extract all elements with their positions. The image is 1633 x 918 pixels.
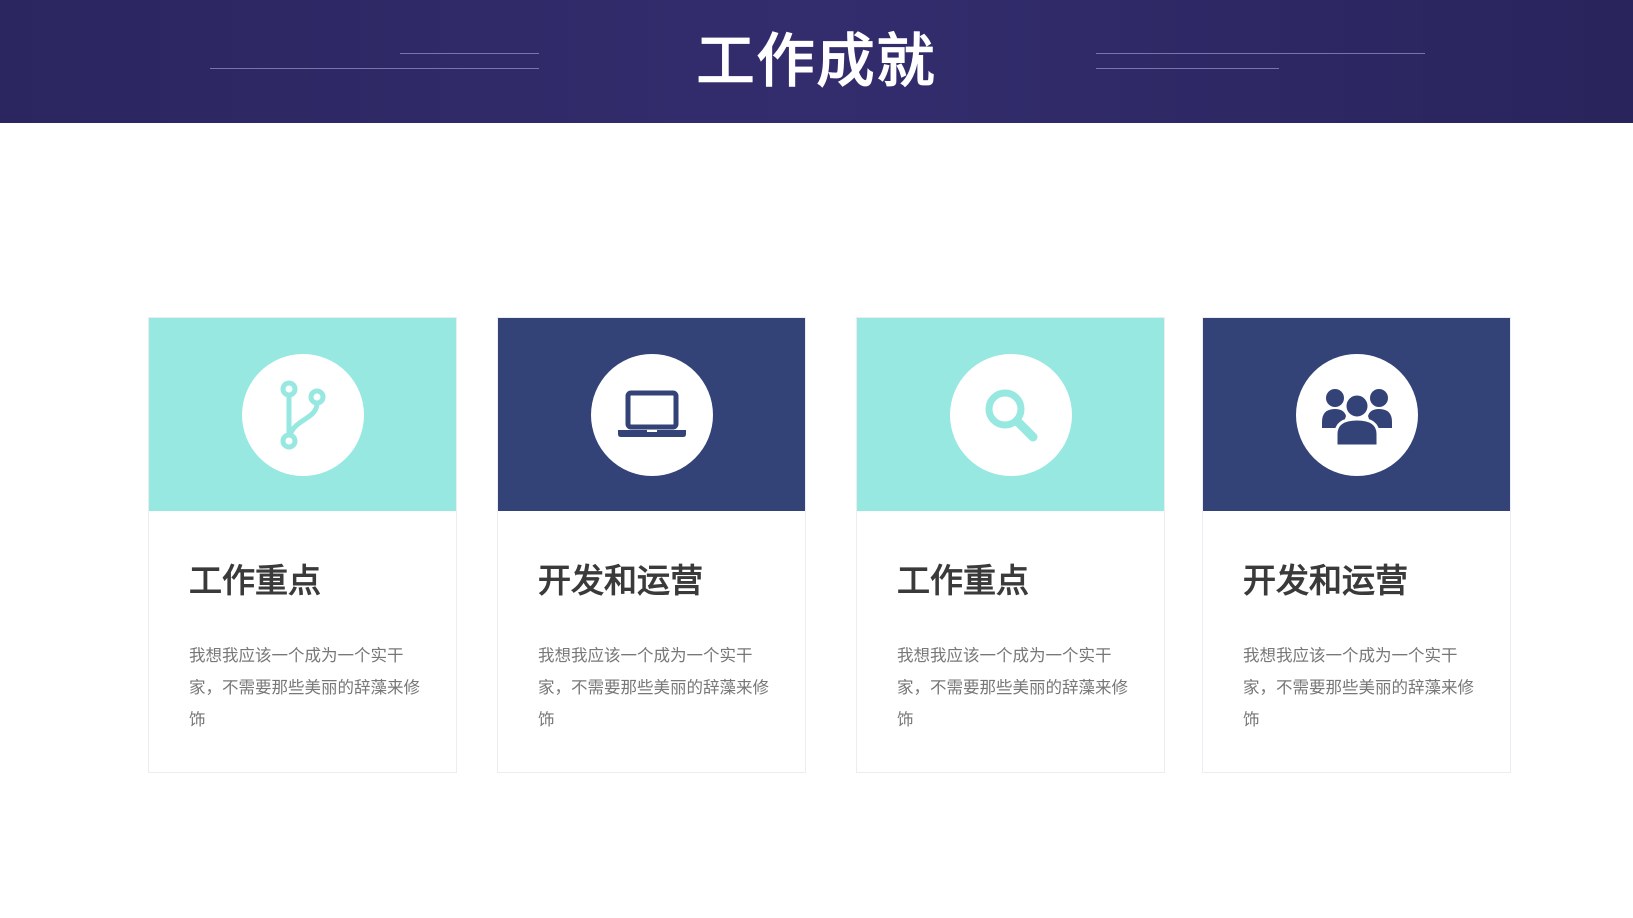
card-title: 工作重点 (897, 561, 1029, 600)
laptop-icon (617, 390, 686, 437)
users-icon (1321, 389, 1392, 446)
feature-card: 开发和运营 我想我应该一个成为一个实干家，不需要那些美丽的辞藻来修饰 (497, 317, 806, 773)
card-description: 我想我应该一个成为一个实干家，不需要那些美丽的辞藻来修饰 (897, 646, 1128, 729)
slide: 工作成就 工作重点 我想我应该一个成为一个实干家，不需要那些美丽的辞藻来修饰 开… (0, 0, 1633, 918)
card-description: 我想我应该一个成为一个实干家，不需要那些美丽的辞藻来修饰 (1243, 646, 1474, 729)
card-title: 开发和运营 (1243, 561, 1408, 600)
card-description: 我想我应该一个成为一个实干家，不需要那些美丽的辞藻来修饰 (189, 646, 420, 729)
page-title: 工作成就 (696, 27, 937, 95)
search-icon (985, 389, 1037, 442)
card-header (498, 318, 805, 511)
icon-badge (949, 354, 1072, 476)
icon-badge (241, 354, 364, 476)
feature-card: 工作重点 我想我应该一个成为一个实干家，不需要那些美丽的辞藻来修饰 (856, 317, 1165, 773)
card-title: 工作重点 (189, 561, 321, 600)
header-banner: 工作成就 (0, 0, 1633, 123)
feature-card: 开发和运营 我想我应该一个成为一个实干家，不需要那些美丽的辞藻来修饰 (1202, 317, 1511, 773)
card-header (857, 318, 1164, 511)
code-branch-icon (280, 380, 325, 450)
card-header (149, 318, 456, 511)
icon-badge (590, 354, 713, 476)
card-description: 我想我应该一个成为一个实干家，不需要那些美丽的辞藻来修饰 (538, 646, 769, 729)
feature-card: 工作重点 我想我应该一个成为一个实干家，不需要那些美丽的辞藻来修饰 (148, 317, 457, 773)
icon-badge (1295, 354, 1418, 476)
card-header (1203, 318, 1510, 511)
card-title: 开发和运营 (538, 561, 703, 600)
